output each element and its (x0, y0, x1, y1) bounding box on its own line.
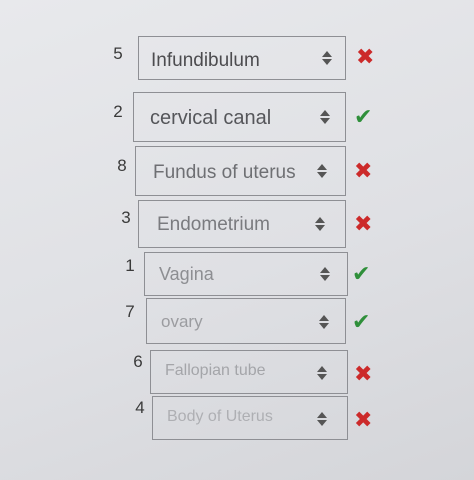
select-arrows-icon (320, 107, 330, 127)
select-arrows-icon (317, 363, 327, 383)
select-value: Infundibulum (151, 50, 260, 71)
select-value: Body of Uterus (167, 408, 273, 425)
select-value: Fundus of uterus (153, 162, 296, 183)
answer-row: 4 Body of Uterus ✖ (130, 396, 388, 440)
select-value: cervical canal (150, 107, 272, 129)
select-arrows-icon (317, 409, 327, 429)
incorrect-icon: ✖ (354, 158, 373, 183)
answer-list: 5 Infundibulum ✖ 2 cervical canal ✔ 8 Fu… (0, 0, 474, 480)
select-arrows-icon (315, 214, 325, 234)
select-value: Vagina (159, 264, 214, 284)
incorrect-icon: ✖ (354, 361, 373, 386)
answer-select[interactable]: Vagina (144, 252, 348, 296)
select-arrows-icon (320, 264, 330, 284)
answer-row: 7 ovary ✔ (120, 298, 388, 344)
answer-select[interactable]: Fallopian tube (150, 350, 348, 394)
answer-select[interactable]: cervical canal (133, 92, 346, 142)
item-number: 2 (113, 102, 123, 121)
item-number: 6 (133, 352, 143, 371)
select-arrows-icon (319, 312, 329, 332)
answer-select[interactable]: Endometrium (138, 200, 346, 248)
item-number: 5 (113, 44, 123, 63)
answer-row: 6 Fallopian tube ✖ (128, 350, 388, 394)
select-value: ovary (161, 312, 203, 331)
item-number: 1 (125, 256, 135, 275)
item-number: 7 (125, 302, 135, 321)
answer-select[interactable]: ovary (146, 298, 346, 344)
answer-select[interactable]: Infundibulum (138, 36, 346, 80)
answer-select[interactable]: Body of Uterus (152, 396, 348, 440)
answer-row: 8 Fundus of uterus ✖ (112, 146, 388, 196)
answer-row: 5 Infundibulum ✖ (108, 36, 388, 80)
incorrect-icon: ✖ (354, 211, 373, 236)
item-number: 8 (117, 156, 127, 175)
incorrect-icon: ✖ (354, 407, 373, 432)
answer-row: 2 cervical canal ✔ (108, 92, 388, 142)
correct-icon: ✔ (354, 104, 373, 129)
select-value: Fallopian tube (165, 362, 266, 379)
answer-select[interactable]: Fundus of uterus (135, 146, 346, 196)
item-number: 4 (135, 398, 145, 417)
select-arrows-icon (322, 48, 332, 68)
item-number: 3 (121, 208, 131, 227)
correct-icon: ✔ (352, 309, 371, 334)
answer-row: 1 Vagina ✔ (120, 252, 388, 296)
select-arrows-icon (317, 161, 327, 181)
incorrect-icon: ✖ (356, 44, 375, 69)
answer-row: 3 Endometrium ✖ (116, 200, 388, 248)
select-value: Endometrium (157, 214, 270, 235)
correct-icon: ✔ (352, 261, 371, 286)
